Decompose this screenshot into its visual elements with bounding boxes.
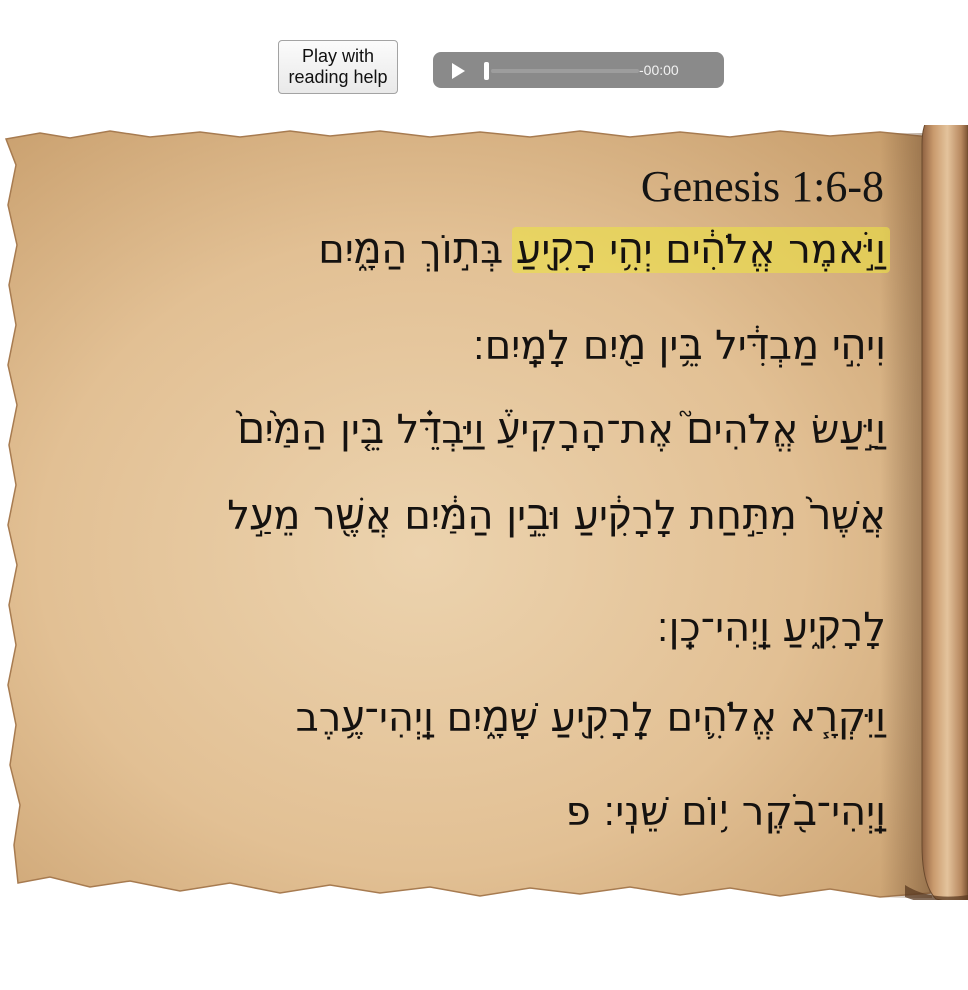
verse-line-6[interactable]: וַיִּקְרָ֧א אֱלֹהִ֛ים לָֽרָקִ֖יעַ שָׁמָ֑… <box>296 693 886 743</box>
audio-progress-bar[interactable] <box>491 69 639 73</box>
audio-time-remaining: -00:00 <box>639 62 679 78</box>
playhead-handle[interactable] <box>484 62 489 80</box>
play-with-reading-help-button[interactable]: Play with reading help <box>278 40 398 94</box>
verse-line-7[interactable]: וַֽיְהִי־בֹ֖קֶר י֥וֹם שֵׁנִֽי׃ פ <box>566 787 886 837</box>
verse-line-1: וַיֹּ֣אמֶר אֱלֹהִ֔ים יְהִ֥י רָקִ֖יעַ בְּ… <box>318 225 890 275</box>
scroll-parchment: Genesis 1:6-8 וַיֹּ֣אמֶר אֱלֹהִ֔ים יְהִ֥… <box>0 125 968 900</box>
verse-line-5[interactable]: לָרָקִ֑יעַ וַֽיְהִי־כֵֽן׃ <box>657 603 886 653</box>
highlighted-words[interactable]: וַיֹּ֣אמֶר אֱלֹהִ֔ים יְהִ֥י רָקִ֖יעַ <box>511 227 890 273</box>
verse-line-2[interactable]: וִיהִ֣י מַבְדִּ֔יל בֵּ֥ין מַ֖יִם לָמָֽיִ… <box>473 321 886 371</box>
play-icon[interactable] <box>449 62 467 80</box>
verse-line-3[interactable]: וַיַּ֣עַשׂ אֱלֹהִים֮ אֶת־הָרָקִיעַ֒ וַיַ… <box>238 405 886 455</box>
audio-player: -00:00 <box>433 52 724 88</box>
passage-reference: Genesis 1:6-8 <box>640 162 884 211</box>
verse-line-1-rest[interactable]: בְּת֣וֹךְ הַמָּ֑יִם <box>318 227 516 273</box>
verse-line-4[interactable]: אֲשֶׁר֙ מִתַּ֣חַת לָרָקִ֔יעַ וּבֵ֣ין הַמ… <box>227 491 886 541</box>
scroll-roller <box>921 125 968 900</box>
